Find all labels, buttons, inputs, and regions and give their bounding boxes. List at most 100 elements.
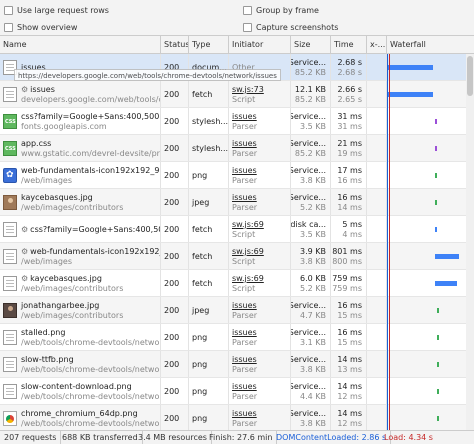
table-row[interactable]: jonathangarbee.jpg /web/images/contribut… xyxy=(0,297,474,324)
time-cell: 14 ms 13 ms xyxy=(330,351,366,377)
request-status: 200 xyxy=(164,387,180,396)
request-initiator[interactable]: issues xyxy=(232,166,257,175)
table-row[interactable]: chrome_chromium_64dp.png /web/tools/chro… xyxy=(0,405,474,430)
service-worker-gear-icon: ⚙ xyxy=(21,85,29,94)
size-cell: (Service... 3.8 KB xyxy=(290,162,330,188)
custom-cell xyxy=(366,270,386,296)
name-cell[interactable]: web-fundamentals-icon192x192_96... /web/… xyxy=(0,162,160,188)
name-cell[interactable]: kaycebasques.jpg /web/images/contributor… xyxy=(0,189,160,215)
doc-file-icon xyxy=(3,87,17,102)
name-cell[interactable]: ⚙ web-fundamentals-icon192x192_... /web/i… xyxy=(0,243,160,269)
request-time-latency: 19 ms xyxy=(337,149,362,158)
request-time-total: 759 ms xyxy=(332,274,362,283)
service-worker-gear-icon: ⚙ xyxy=(21,274,29,283)
capture-screenshots-option[interactable]: Capture screenshots xyxy=(243,20,338,34)
request-size-transferred: (Service... xyxy=(291,409,326,418)
waterfall-bar xyxy=(435,200,437,205)
group-by-frame-checkbox[interactable] xyxy=(243,5,252,15)
name-cell[interactable]: ⚙ kaycebasques.jpg /web/images/contributo… xyxy=(0,270,160,296)
name-cell[interactable]: app.css www.gstatic.com/devrel-devsite/p… xyxy=(0,135,160,161)
request-initiator[interactable]: sw.js:69 xyxy=(232,274,264,283)
column-header-status[interactable]: Status xyxy=(160,36,188,54)
waterfall-bar xyxy=(437,362,439,367)
size-cell: (Service... 3.5 KB xyxy=(290,108,330,134)
request-time-total: 31 ms xyxy=(337,112,362,121)
group-by-frame-option[interactable]: Group by frame xyxy=(243,3,319,17)
request-initiator[interactable]: issues xyxy=(232,193,257,202)
request-time-latency: 15 ms xyxy=(337,311,362,320)
custom-cell xyxy=(366,297,386,323)
waterfall-bar xyxy=(435,146,437,151)
request-initiator[interactable]: issues xyxy=(232,301,257,310)
table-row[interactable]: kaycebasques.jpg /web/images/contributor… xyxy=(0,189,474,216)
request-initiator[interactable]: sw.js:73 xyxy=(232,85,264,94)
large-rows-checkbox[interactable] xyxy=(4,5,13,15)
capture-screenshots-checkbox[interactable] xyxy=(243,22,252,32)
show-overview-option[interactable]: Show overview xyxy=(4,20,77,34)
request-initiator[interactable]: issues xyxy=(232,112,257,121)
request-initiator[interactable]: issues xyxy=(232,409,257,418)
table-row[interactable]: ⚙ kaycebasques.jpg /web/images/contributo… xyxy=(0,270,474,297)
request-name: jonathangarbee.jpg xyxy=(21,301,100,310)
request-time-total: 801 ms xyxy=(332,247,362,256)
name-cell[interactable]: ⚙ issues developers.google.com/web/tools/… xyxy=(0,81,160,107)
custom-cell xyxy=(366,81,386,107)
request-type: fetch xyxy=(192,252,213,261)
table-scrollbar-thumb[interactable] xyxy=(467,56,473,96)
name-cell[interactable]: ⚙css?family=Google+Sans:400,500|... xyxy=(0,216,160,242)
size-cell: 3.9 KB 3.8 KB xyxy=(290,243,330,269)
initiator-cell: issues Parser xyxy=(228,378,290,404)
table-row[interactable]: css?family=Google+Sans:400,500|Ro... fon… xyxy=(0,108,474,135)
table-row[interactable]: web-fundamentals-icon192x192_96... /web/… xyxy=(0,162,474,189)
table-row[interactable]: app.css www.gstatic.com/devrel-devsite/p… xyxy=(0,135,474,162)
request-initiator[interactable]: sw.js:69 xyxy=(232,247,264,256)
show-overview-checkbox[interactable] xyxy=(4,22,13,32)
group-by-frame-label: Group by frame xyxy=(256,5,319,15)
name-cell[interactable]: jonathangarbee.jpg /web/images/contribut… xyxy=(0,297,160,323)
column-header-name[interactable]: Name xyxy=(0,36,160,54)
time-cell: 759 ms 759 ms xyxy=(330,270,366,296)
table-row[interactable]: slow-ttfb.png /web/tools/chrome-devtools… xyxy=(0,351,474,378)
use-large-rows-option[interactable]: Use large request rows xyxy=(4,3,109,17)
column-header-waterfall[interactable]: Waterfall xyxy=(386,36,466,54)
table-row[interactable]: ⚙ web-fundamentals-icon192x192_... /web/i… xyxy=(0,243,474,270)
table-row[interactable]: stalled.png /web/tools/chrome-devtools/n… xyxy=(0,324,474,351)
request-initiator-type: Script xyxy=(232,284,256,293)
summary-transferred: 688 KB transferred xyxy=(58,431,143,444)
initiator-cell: issues Parser xyxy=(228,135,290,161)
table-scrollbar-track[interactable] xyxy=(466,54,474,430)
request-type: png xyxy=(192,414,208,423)
request-initiator[interactable]: issues xyxy=(232,382,257,391)
size-cell: (Service... 3.8 KB xyxy=(290,351,330,377)
request-type: jpeg xyxy=(192,198,210,207)
request-initiator[interactable]: sw.js:69 xyxy=(232,220,264,229)
name-cell[interactable]: slow-content-download.png /web/tools/chr… xyxy=(0,378,160,404)
domcontentloaded-label: DOMContentLoaded: xyxy=(276,433,362,442)
request-initiator[interactable]: issues xyxy=(232,355,257,364)
table-row[interactable]: slow-content-download.png /web/tools/chr… xyxy=(0,378,474,405)
column-header-type[interactable]: Type xyxy=(188,36,228,54)
time-cell: 14 ms 12 ms xyxy=(330,405,366,430)
request-initiator-type: Script xyxy=(232,230,256,239)
name-cell[interactable]: chrome_chromium_64dp.png /web/tools/chro… xyxy=(0,405,160,430)
name-cell[interactable]: slow-ttfb.png /web/tools/chrome-devtools… xyxy=(0,351,160,377)
type-cell: fetch xyxy=(188,270,228,296)
name-cell[interactable]: stalled.png /web/tools/chrome-devtools/n… xyxy=(0,324,160,350)
request-path: /web/tools/chrome-devtools/netwo... xyxy=(21,392,160,401)
table-row[interactable]: ⚙css?family=Google+Sans:400,500|... 200 … xyxy=(0,216,474,243)
column-header-size[interactable]: Size xyxy=(290,36,330,54)
request-size-resource: 3.8 KB xyxy=(300,176,326,185)
request-initiator[interactable]: issues xyxy=(232,328,257,337)
large-rows-label: Use large request rows xyxy=(17,5,109,15)
column-header-initiator[interactable]: Initiator xyxy=(228,36,290,54)
name-cell[interactable]: css?family=Google+Sans:400,500|Ro... fon… xyxy=(0,108,160,134)
column-header-time[interactable]: Time xyxy=(330,36,366,54)
service-worker-gear-icon: ⚙ xyxy=(21,247,29,256)
time-cell: 31 ms 31 ms xyxy=(330,108,366,134)
column-header-custom[interactable]: x-... xyxy=(366,36,386,54)
request-size-transferred: (Service... xyxy=(291,193,326,202)
custom-cell xyxy=(366,189,386,215)
request-initiator[interactable]: issues xyxy=(232,139,257,148)
table-row[interactable]: ⚙ issues developers.google.com/web/tools/… xyxy=(0,81,474,108)
requests-table-body: issues 200 docum... Other (Service... 85… xyxy=(0,54,474,430)
